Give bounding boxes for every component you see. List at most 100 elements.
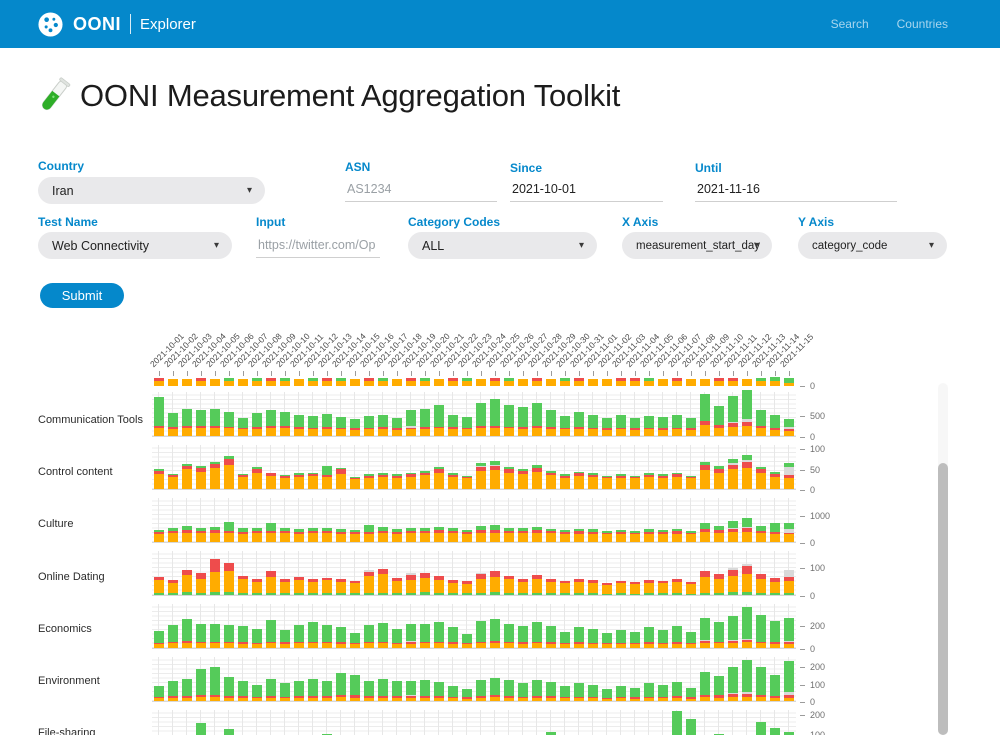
stacked-bar[interactable] (364, 570, 374, 595)
stacked-bar[interactable] (742, 518, 752, 542)
stacked-bar[interactable] (574, 378, 584, 386)
stacked-bar[interactable] (434, 622, 444, 648)
stacked-bar[interactable] (392, 529, 402, 542)
stacked-bar[interactable] (224, 563, 234, 595)
stacked-bar[interactable] (532, 465, 542, 489)
stacked-bar[interactable] (588, 629, 598, 648)
input-field[interactable] (256, 233, 380, 258)
stacked-bar[interactable] (154, 397, 164, 436)
stacked-bar[interactable] (784, 463, 794, 489)
stacked-bar[interactable] (182, 619, 192, 648)
stacked-bar[interactable] (616, 415, 626, 436)
stacked-bar[interactable] (252, 685, 262, 701)
stacked-bar[interactable] (462, 581, 472, 595)
stacked-bar[interactable] (574, 627, 584, 648)
stacked-bar[interactable] (350, 633, 360, 648)
stacked-bar[interactable] (280, 528, 290, 542)
stacked-bar[interactable] (756, 378, 766, 386)
stacked-bar[interactable] (742, 390, 752, 436)
stacked-bar[interactable] (588, 685, 598, 701)
stacked-bar[interactable] (658, 581, 668, 595)
stacked-bar[interactable] (308, 622, 318, 648)
stacked-bar[interactable] (700, 462, 710, 489)
stacked-bar[interactable] (336, 579, 346, 595)
stacked-bar[interactable] (672, 415, 682, 436)
stacked-bar[interactable] (770, 377, 780, 386)
y-axis-select[interactable]: category_code ▾ (798, 232, 947, 259)
brand-home-link[interactable]: OONI Explorer (37, 11, 196, 38)
stacked-bar[interactable] (252, 579, 262, 595)
stacked-bar[interactable] (672, 682, 682, 701)
stacked-bar[interactable] (630, 418, 640, 436)
stacked-bar[interactable] (322, 378, 332, 386)
stacked-bar[interactable] (518, 626, 528, 648)
stacked-bar[interactable] (308, 679, 318, 701)
stacked-bar[interactable] (154, 378, 164, 386)
stacked-bar[interactable] (672, 711, 682, 735)
test-name-select[interactable]: Web Connectivity ▾ (38, 232, 232, 259)
stacked-bar[interactable] (742, 455, 752, 489)
stacked-bar[interactable] (350, 530, 360, 542)
stacked-bar[interactable] (700, 618, 710, 648)
stacked-bar[interactable] (644, 416, 654, 436)
stacked-bar[interactable] (182, 570, 192, 595)
nav-link-search[interactable]: Search (831, 17, 869, 31)
stacked-bar[interactable] (630, 476, 640, 489)
stacked-bar[interactable] (756, 722, 766, 735)
stacked-bar[interactable] (168, 528, 178, 542)
stacked-bar[interactable] (504, 405, 514, 436)
stacked-bar[interactable] (266, 473, 276, 489)
stacked-bar[interactable] (560, 530, 570, 542)
stacked-bar[interactable] (462, 476, 472, 489)
stacked-bar[interactable] (238, 418, 248, 436)
stacked-bar[interactable] (770, 621, 780, 648)
stacked-bar[interactable] (266, 571, 276, 595)
stacked-bar[interactable] (630, 378, 640, 386)
stacked-bar[interactable] (210, 559, 220, 595)
stacked-bar[interactable] (378, 473, 388, 489)
stacked-bar[interactable] (574, 412, 584, 436)
stacked-bar[interactable] (196, 573, 206, 595)
stacked-bar[interactable] (658, 630, 668, 648)
stacked-bar[interactable] (644, 378, 654, 386)
stacked-bar[interactable] (168, 379, 178, 386)
stacked-bar[interactable] (266, 620, 276, 648)
stacked-bar[interactable] (476, 573, 486, 595)
stacked-bar[interactable] (588, 473, 598, 489)
stacked-bar[interactable] (182, 464, 192, 489)
stacked-bar[interactable] (686, 582, 696, 595)
stacked-bar[interactable] (560, 686, 570, 701)
stacked-bar[interactable] (168, 580, 178, 595)
stacked-bar[interactable] (392, 418, 402, 436)
stacked-bar[interactable] (602, 689, 612, 701)
submit-button[interactable]: Submit (40, 283, 124, 308)
stacked-bar[interactable] (322, 528, 332, 542)
stacked-bar[interactable] (490, 378, 500, 386)
stacked-bar[interactable] (686, 688, 696, 701)
stacked-bar[interactable] (616, 581, 626, 595)
stacked-bar[interactable] (154, 577, 164, 595)
stacked-bar[interactable] (336, 529, 346, 542)
stacked-bar[interactable] (616, 686, 626, 701)
stacked-bar[interactable] (518, 528, 528, 542)
stacked-bar[interactable] (630, 688, 640, 701)
stacked-bar[interactable] (602, 418, 612, 436)
stacked-bar[interactable] (644, 580, 654, 595)
stacked-bar[interactable] (560, 416, 570, 436)
stacked-bar[interactable] (546, 682, 556, 701)
stacked-bar[interactable] (784, 378, 794, 386)
stacked-bar[interactable] (406, 681, 416, 701)
stacked-bar[interactable] (686, 531, 696, 542)
stacked-bar[interactable] (196, 723, 206, 735)
stacked-bar[interactable] (224, 677, 234, 701)
stacked-bar[interactable] (770, 415, 780, 436)
stacked-bar[interactable] (518, 407, 528, 436)
stacked-bar[interactable] (168, 625, 178, 648)
stacked-bar[interactable] (420, 378, 430, 386)
stacked-bar[interactable] (196, 528, 206, 542)
stacked-bar[interactable] (560, 474, 570, 489)
stacked-bar[interactable] (756, 615, 766, 648)
stacked-bar[interactable] (560, 581, 570, 595)
stacked-bar[interactable] (238, 379, 248, 386)
stacked-bar[interactable] (644, 529, 654, 542)
